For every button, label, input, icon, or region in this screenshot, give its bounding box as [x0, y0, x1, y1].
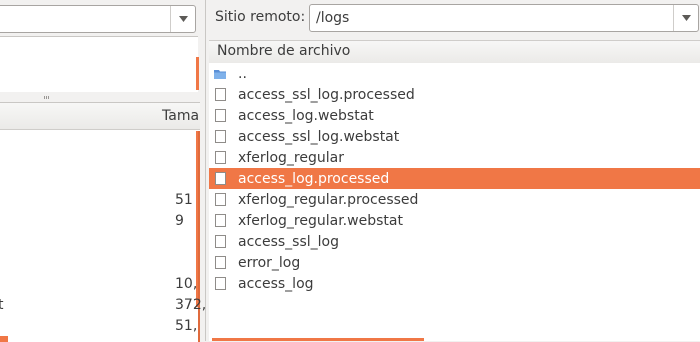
file-icon: [215, 88, 226, 101]
remote-path-dropdown-button[interactable]: [673, 5, 698, 31]
remote-site-label: Sitio remoto:: [215, 9, 306, 25]
local-pane: Tamaño 51 9 10, t 372, 51,: [0, 0, 206, 342]
local-file-list[interactable]: Tamaño 51 9 10, t 372, 51,: [0, 102, 206, 342]
local-row-size: 51: [175, 192, 193, 208]
remote-list-header: Nombre de archivo: [209, 40, 700, 64]
remote-file-row[interactable]: access_ssl_log.processed: [209, 84, 700, 105]
remote-file-row[interactable]: xferlog_regular.webstat: [209, 210, 700, 231]
file-icon: [215, 172, 226, 185]
filename-column-header[interactable]: Nombre de archivo: [217, 43, 350, 59]
remote-file-name: ..: [238, 65, 247, 82]
remote-path-combobox[interactable]: /logs: [309, 4, 699, 32]
splitter-grip-icon: [44, 96, 50, 99]
remote-file-row[interactable]: xferlog_regular.processed: [209, 189, 700, 210]
remote-file-name: access_log.webstat: [238, 107, 374, 124]
remote-file-row[interactable]: access_ssl_log.webstat: [209, 126, 700, 147]
remote-pane: Sitio remoto: /logs Nombre de archivo ..…: [205, 0, 700, 341]
remote-file-name: error_log: [238, 254, 301, 271]
chevron-down-icon: [681, 15, 691, 21]
remote-file-name: xferlog_regular.webstat: [238, 212, 403, 229]
folder-icon: [214, 69, 226, 79]
remote-file-name: access_log.processed: [238, 170, 390, 187]
file-icon: [215, 193, 226, 206]
remote-file-name: xferlog_regular.processed: [238, 191, 419, 208]
remote-file-name: access_log: [238, 275, 314, 292]
local-list-header: Tamaño: [0, 103, 200, 130]
local-row-size: 9: [175, 213, 184, 229]
size-column-header[interactable]: Tamaño: [162, 108, 200, 124]
local-directory-tree[interactable]: [0, 36, 198, 94]
remote-file-name: access_ssl_log.processed: [238, 86, 415, 103]
remote-file-name: access_ssl_log.webstat: [238, 128, 400, 145]
local-row-size: 10,: [175, 276, 198, 292]
hscrollbar-fragment[interactable]: [0, 336, 8, 342]
remote-file-row[interactable]: ..: [209, 63, 700, 84]
remote-path-value: /logs: [316, 10, 350, 26]
remote-file-row[interactable]: access_log: [209, 273, 700, 294]
remote-file-row[interactable]: error_log: [209, 252, 700, 273]
tree-scrollbar[interactable]: [196, 57, 199, 90]
remote-file-row[interactable]: access_ssl_log: [209, 231, 700, 252]
file-icon: [215, 277, 226, 290]
chevron-down-icon: [178, 16, 188, 22]
remote-file-name: access_ssl_log: [238, 233, 339, 250]
file-icon: [215, 235, 226, 248]
remote-file-name: xferlog_regular: [238, 149, 344, 166]
local-site-combobox[interactable]: [0, 5, 196, 33]
file-icon: [215, 109, 226, 122]
local-pane-splitter[interactable]: [0, 92, 200, 102]
remote-file-row[interactable]: xferlog_regular: [209, 147, 700, 168]
remote-file-row[interactable]: access_log.processed: [209, 168, 700, 189]
remote-file-row[interactable]: access_log.webstat: [209, 105, 700, 126]
local-site-dropdown-button[interactable]: [170, 6, 195, 32]
local-row-size: 51,: [175, 318, 198, 334]
file-icon: [215, 256, 226, 269]
file-icon: [215, 214, 226, 227]
local-row-size: 372,: [175, 297, 207, 313]
local-row-name[interactable]: t: [0, 297, 4, 313]
file-icon: [215, 151, 226, 164]
remote-file-list[interactable]: .. access_ssl_log.processed access_log.web…: [209, 63, 700, 341]
file-icon: [215, 130, 226, 143]
